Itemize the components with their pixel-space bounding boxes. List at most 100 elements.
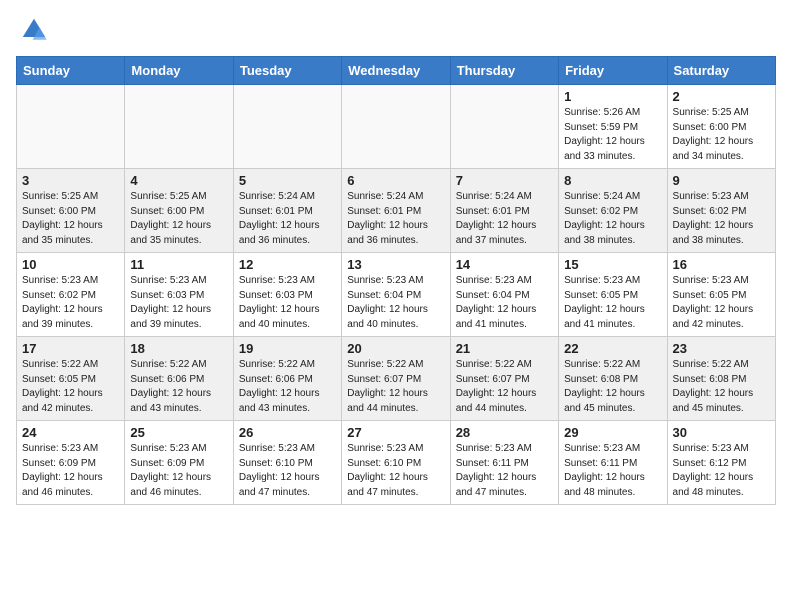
day-info: Sunrise: 5:24 AMSunset: 6:01 PMDaylight:… bbox=[347, 190, 444, 248]
day-number: 27 bbox=[347, 425, 444, 440]
logo-icon bbox=[20, 16, 48, 44]
calendar-cell: 13 Sunrise: 5:23 AMSunset: 6:04 PMDayligh… bbox=[342, 253, 450, 337]
day-info: Sunrise: 5:23 AMSunset: 6:05 PMDaylight:… bbox=[673, 274, 770, 332]
day-number: 15 bbox=[564, 257, 661, 272]
calendar-cell: 22 Sunrise: 5:22 AMSunset: 6:08 PMDayligh… bbox=[559, 337, 667, 421]
column-header-tuesday: Tuesday bbox=[233, 57, 341, 85]
day-number: 18 bbox=[130, 341, 227, 356]
calendar-cell: 24 Sunrise: 5:23 AMSunset: 6:09 PMDayligh… bbox=[17, 421, 125, 505]
calendar-cell bbox=[342, 85, 450, 169]
day-info: Sunrise: 5:22 AMSunset: 6:07 PMDaylight:… bbox=[347, 358, 444, 416]
calendar-week-5: 24 Sunrise: 5:23 AMSunset: 6:09 PMDayligh… bbox=[17, 421, 776, 505]
day-number: 1 bbox=[564, 89, 661, 104]
day-info: Sunrise: 5:23 AMSunset: 6:10 PMDaylight:… bbox=[239, 442, 336, 500]
day-number: 29 bbox=[564, 425, 661, 440]
column-header-sunday: Sunday bbox=[17, 57, 125, 85]
calendar-week-1: 1 Sunrise: 5:26 AMSunset: 5:59 PMDaylight… bbox=[17, 85, 776, 169]
calendar-cell: 11Sunrise: 5:23 AMSunset: 6:03 PMDayligh… bbox=[125, 253, 233, 337]
day-number: 21 bbox=[456, 341, 553, 356]
column-header-monday: Monday bbox=[125, 57, 233, 85]
calendar-cell: 1 Sunrise: 5:26 AMSunset: 5:59 PMDaylight… bbox=[559, 85, 667, 169]
day-info: Sunrise: 5:22 AMSunset: 6:08 PMDaylight:… bbox=[564, 358, 661, 416]
day-info: Sunrise: 5:26 AMSunset: 5:59 PMDaylight:… bbox=[564, 106, 661, 164]
day-number: 3 bbox=[22, 173, 119, 188]
day-info: Sunrise: 5:23 AMSunset: 6:02 PMDaylight:… bbox=[673, 190, 770, 248]
day-number: 25 bbox=[130, 425, 227, 440]
day-info: Sunrise: 5:23 AMSunset: 6:02 PMDaylight:… bbox=[22, 274, 119, 332]
day-number: 5 bbox=[239, 173, 336, 188]
day-info: Sunrise: 5:23 AMSunset: 6:12 PMDaylight:… bbox=[673, 442, 770, 500]
day-number: 17 bbox=[22, 341, 119, 356]
day-info: Sunrise: 5:23 AMSunset: 6:04 PMDaylight:… bbox=[456, 274, 553, 332]
calendar-header-row: SundayMondayTuesdayWednesdayThursdayFrid… bbox=[17, 57, 776, 85]
calendar-cell: 28 Sunrise: 5:23 AMSunset: 6:11 PMDayligh… bbox=[450, 421, 558, 505]
calendar-cell bbox=[17, 85, 125, 169]
day-info: Sunrise: 5:23 AMSunset: 6:05 PMDaylight:… bbox=[564, 274, 661, 332]
calendar-cell: 17 Sunrise: 5:22 AMSunset: 6:05 PMDayligh… bbox=[17, 337, 125, 421]
day-number: 4 bbox=[130, 173, 227, 188]
day-number: 28 bbox=[456, 425, 553, 440]
calendar-cell: 9 Sunrise: 5:23 AMSunset: 6:02 PMDaylight… bbox=[667, 169, 775, 253]
calendar-cell: 30 Sunrise: 5:23 AMSunset: 6:12 PMDayligh… bbox=[667, 421, 775, 505]
day-info: Sunrise: 5:23 AMSunset: 6:03 PMDaylight:… bbox=[239, 274, 336, 332]
day-info: Sunrise: 5:25 AMSunset: 6:00 PMDaylight:… bbox=[130, 190, 227, 248]
column-header-thursday: Thursday bbox=[450, 57, 558, 85]
day-info: Sunrise: 5:22 AMSunset: 6:06 PMDaylight:… bbox=[239, 358, 336, 416]
calendar-cell: 14 Sunrise: 5:23 AMSunset: 6:04 PMDayligh… bbox=[450, 253, 558, 337]
calendar-week-2: 3 Sunrise: 5:25 AMSunset: 6:00 PMDaylight… bbox=[17, 169, 776, 253]
day-number: 22 bbox=[564, 341, 661, 356]
day-number: 13 bbox=[347, 257, 444, 272]
day-info: Sunrise: 5:25 AMSunset: 6:00 PMDaylight:… bbox=[673, 106, 770, 164]
calendar-cell bbox=[450, 85, 558, 169]
day-info: Sunrise: 5:22 AMSunset: 6:08 PMDaylight:… bbox=[673, 358, 770, 416]
calendar-table: SundayMondayTuesdayWednesdayThursdayFrid… bbox=[16, 56, 776, 505]
calendar-cell: 5 Sunrise: 5:24 AMSunset: 6:01 PMDaylight… bbox=[233, 169, 341, 253]
day-number: 19 bbox=[239, 341, 336, 356]
day-number: 10 bbox=[22, 257, 119, 272]
page-header bbox=[16, 16, 776, 44]
day-number: 9 bbox=[673, 173, 770, 188]
calendar-week-4: 17 Sunrise: 5:22 AMSunset: 6:05 PMDayligh… bbox=[17, 337, 776, 421]
calendar-cell: 18 Sunrise: 5:22 AMSunset: 6:06 PMDayligh… bbox=[125, 337, 233, 421]
day-number: 8 bbox=[564, 173, 661, 188]
day-number: 20 bbox=[347, 341, 444, 356]
calendar-cell: 6 Sunrise: 5:24 AMSunset: 6:01 PMDaylight… bbox=[342, 169, 450, 253]
day-number: 7 bbox=[456, 173, 553, 188]
day-number: 16 bbox=[673, 257, 770, 272]
day-info: Sunrise: 5:23 AMSunset: 6:03 PMDaylight:… bbox=[130, 274, 227, 332]
calendar-cell: 26Sunrise: 5:23 AMSunset: 6:10 PMDayligh… bbox=[233, 421, 341, 505]
day-number: 6 bbox=[347, 173, 444, 188]
calendar-cell: 27Sunrise: 5:23 AMSunset: 6:10 PMDayligh… bbox=[342, 421, 450, 505]
day-info: Sunrise: 5:23 AMSunset: 6:04 PMDaylight:… bbox=[347, 274, 444, 332]
day-number: 23 bbox=[673, 341, 770, 356]
day-info: Sunrise: 5:24 AMSunset: 6:01 PMDaylight:… bbox=[239, 190, 336, 248]
calendar-week-3: 10 Sunrise: 5:23 AMSunset: 6:02 PMDayligh… bbox=[17, 253, 776, 337]
calendar-cell: 29 Sunrise: 5:23 AMSunset: 6:11 PMDayligh… bbox=[559, 421, 667, 505]
day-info: Sunrise: 5:22 AMSunset: 6:06 PMDaylight:… bbox=[130, 358, 227, 416]
day-info: Sunrise: 5:22 AMSunset: 6:05 PMDaylight:… bbox=[22, 358, 119, 416]
calendar-cell: 2 Sunrise: 5:25 AMSunset: 6:00 PMDaylight… bbox=[667, 85, 775, 169]
calendar-cell: 23 Sunrise: 5:22 AMSunset: 6:08 PMDayligh… bbox=[667, 337, 775, 421]
calendar-cell: 21 Sunrise: 5:22 AMSunset: 6:07 PMDayligh… bbox=[450, 337, 558, 421]
calendar-cell: 3Sunrise: 5:25 AMSunset: 6:00 PMDaylight… bbox=[17, 169, 125, 253]
day-number: 2 bbox=[673, 89, 770, 104]
calendar-cell: 25 Sunrise: 5:23 AMSunset: 6:09 PMDayligh… bbox=[125, 421, 233, 505]
calendar-cell: 15 Sunrise: 5:23 AMSunset: 6:05 PMDayligh… bbox=[559, 253, 667, 337]
day-info: Sunrise: 5:23 AMSunset: 6:11 PMDaylight:… bbox=[564, 442, 661, 500]
day-info: Sunrise: 5:22 AMSunset: 6:07 PMDaylight:… bbox=[456, 358, 553, 416]
calendar-cell bbox=[233, 85, 341, 169]
calendar-cell: 16 Sunrise: 5:23 AMSunset: 6:05 PMDayligh… bbox=[667, 253, 775, 337]
day-info: Sunrise: 5:23 AMSunset: 6:09 PMDaylight:… bbox=[22, 442, 119, 500]
calendar-cell: 19 Sunrise: 5:22 AMSunset: 6:06 PMDayligh… bbox=[233, 337, 341, 421]
calendar-cell: 10 Sunrise: 5:23 AMSunset: 6:02 PMDayligh… bbox=[17, 253, 125, 337]
column-header-wednesday: Wednesday bbox=[342, 57, 450, 85]
logo bbox=[16, 16, 48, 44]
calendar-cell: 12 Sunrise: 5:23 AMSunset: 6:03 PMDayligh… bbox=[233, 253, 341, 337]
day-info: Sunrise: 5:23 AMSunset: 6:11 PMDaylight:… bbox=[456, 442, 553, 500]
day-info: Sunrise: 5:23 AMSunset: 6:09 PMDaylight:… bbox=[130, 442, 227, 500]
day-number: 30 bbox=[673, 425, 770, 440]
day-number: 24 bbox=[22, 425, 119, 440]
day-number: 14 bbox=[456, 257, 553, 272]
day-number: 12 bbox=[239, 257, 336, 272]
day-info: Sunrise: 5:24 AMSunset: 6:01 PMDaylight:… bbox=[456, 190, 553, 248]
